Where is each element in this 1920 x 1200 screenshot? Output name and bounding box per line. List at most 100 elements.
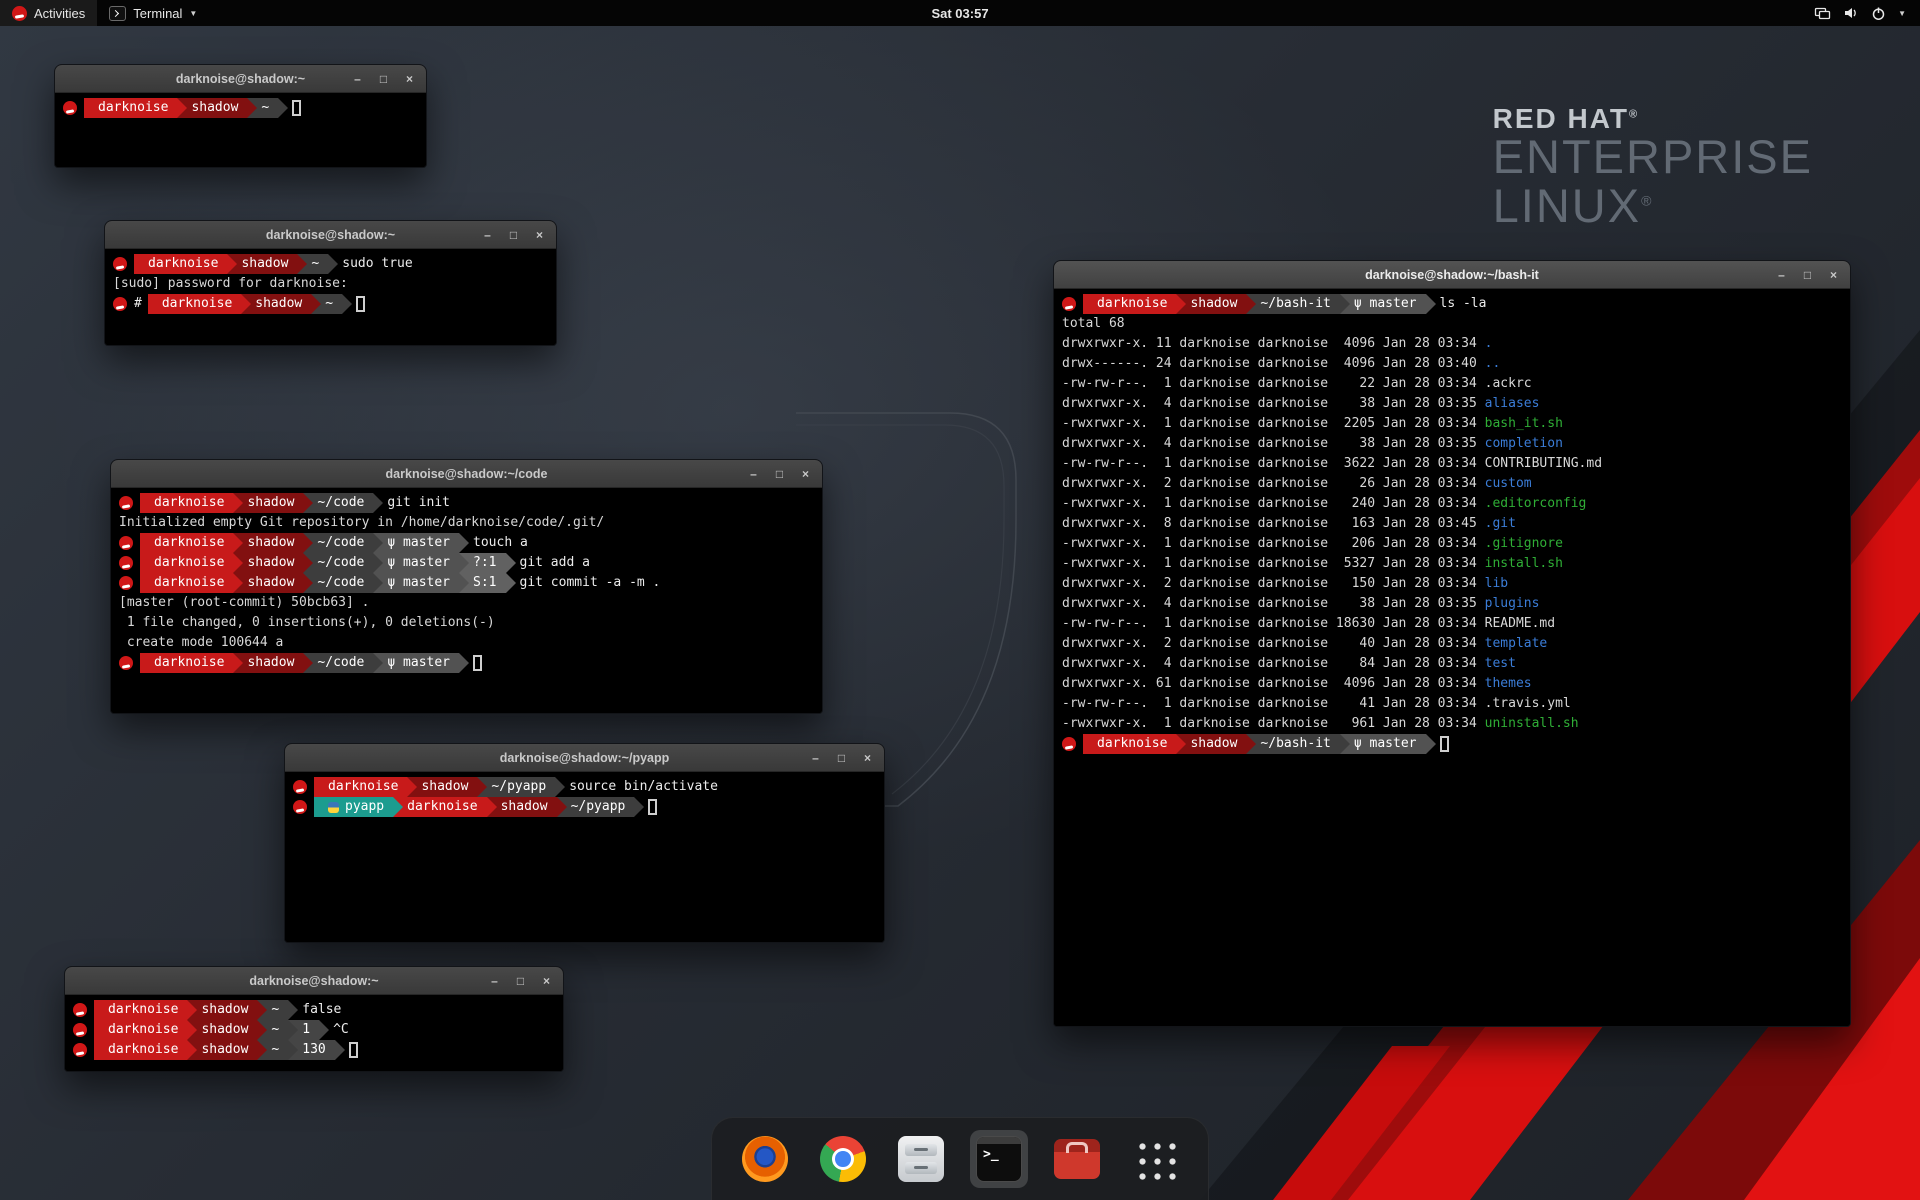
- activities-button[interactable]: Activities: [0, 0, 97, 26]
- minimize-button[interactable]: –: [488, 974, 501, 988]
- maximize-button[interactable]: □: [507, 228, 520, 242]
- file-meta: drwxrwxr-x. 2 darknoise darknoise 150 Ja…: [1062, 574, 1485, 594]
- git-branch-segment: ψ master: [373, 653, 459, 673]
- dock-terminal[interactable]: [970, 1130, 1028, 1188]
- maximize-button[interactable]: □: [773, 467, 786, 481]
- minimize-button[interactable]: –: [747, 467, 760, 481]
- top-bar: Activities Terminal ▼ Sat 03:57 ▼: [0, 0, 1920, 26]
- close-button[interactable]: ×: [799, 467, 812, 481]
- terminal-body[interactable]: darknoiseshadow~/pyappsource bin/activat…: [285, 772, 884, 942]
- redhat-prompt-icon: [73, 1043, 87, 1057]
- path-segment: ~/pyapp: [557, 797, 635, 817]
- window-titlebar[interactable]: darknoise@shadow:~–□×: [55, 65, 426, 93]
- window-titlebar[interactable]: darknoise@shadow:~/code–□ ×: [111, 460, 822, 488]
- window-titlebar[interactable]: darknoise@shadow:~–□×: [65, 967, 563, 995]
- user-segment: darknoise: [314, 777, 407, 797]
- terminal-cursor: [292, 100, 301, 116]
- file-list-row: drwxrwxr-x. 2 darknoise darknoise 40 Jan…: [1062, 634, 1842, 654]
- terminal-body[interactable]: darknoiseshadow~sudo true[sudo] password…: [105, 249, 556, 345]
- maximize-button[interactable]: □: [377, 72, 390, 86]
- git-branch-segment: ψ master: [373, 533, 459, 553]
- file-list-row: drwxrwxr-x. 61 darknoise darknoise 4096 …: [1062, 674, 1842, 694]
- firefox-icon: [742, 1136, 788, 1182]
- terminal-output-line: [master (root-commit) 50bcb63] .: [119, 593, 814, 613]
- file-list-row: -rw-rw-r--. 1 darknoise darknoise 18630 …: [1062, 614, 1842, 634]
- terminal-window: darknoise@shadow:~/bash-it–□×darknoisesh…: [1053, 260, 1851, 1027]
- dock-chrome[interactable]: [814, 1130, 872, 1188]
- file-meta: -rw-rw-r--. 1 darknoise darknoise 22 Jan…: [1062, 374, 1485, 394]
- file-list-row: drwxrwxr-x. 11 darknoise darknoise 4096 …: [1062, 334, 1842, 354]
- terminal-prompt-line: darknoiseshadow~/codeψ master?:1git add …: [119, 553, 814, 573]
- user-segment: darknoise: [94, 1000, 187, 1020]
- minimize-button[interactable]: –: [1775, 268, 1788, 282]
- power-icon: [1871, 6, 1886, 21]
- output-text: total 68: [1062, 314, 1125, 334]
- terminal-body[interactable]: darknoiseshadow~falsedarknoiseshadow~1^C…: [65, 995, 563, 1071]
- file-list-row: -rwxrwxr-x. 1 darknoise darknoise 240 Ja…: [1062, 494, 1842, 514]
- host-segment: shadow: [187, 1020, 257, 1040]
- close-button[interactable]: ×: [861, 751, 874, 765]
- maximize-button[interactable]: □: [835, 751, 848, 765]
- host-segment: shadow: [407, 777, 477, 797]
- venv-segment: pyapp: [314, 797, 393, 817]
- file-meta: drwxrwxr-x. 11 darknoise darknoise 4096 …: [1062, 334, 1485, 354]
- git-branch-segment: ψ master: [1340, 294, 1426, 314]
- git-branch-segment: ψ master: [373, 573, 459, 593]
- dock-files[interactable]: [892, 1130, 950, 1188]
- file-name: lib: [1485, 574, 1508, 594]
- redhat-prompt-icon: [1062, 737, 1076, 751]
- window-title: darknoise@shadow:~/code: [111, 467, 822, 481]
- dock-toolbox[interactable]: [1048, 1130, 1106, 1188]
- terminal-prompt-line: darknoiseshadow~/bash-itψ master: [1062, 734, 1842, 754]
- toolbox-icon: [1054, 1139, 1100, 1179]
- terminal-output-line: 1 file changed, 0 insertions(+), 0 delet…: [119, 613, 814, 633]
- terminal-cursor: [1440, 736, 1449, 752]
- app-menu-terminal[interactable]: Terminal ▼: [97, 0, 209, 26]
- redhat-prompt-icon: [119, 536, 133, 550]
- terminal-body[interactable]: darknoiseshadow~/bash-itψ masterls -lato…: [1054, 289, 1850, 1026]
- file-meta: drwxrwxr-x. 2 darknoise darknoise 26 Jan…: [1062, 474, 1485, 494]
- redhat-prompt-icon: [73, 1003, 87, 1017]
- host-segment: shadow: [187, 1040, 257, 1060]
- dock-show-apps[interactable]: [1126, 1130, 1184, 1188]
- file-meta: -rwxrwxr-x. 1 darknoise darknoise 5327 J…: [1062, 554, 1485, 574]
- maximize-button[interactable]: □: [514, 974, 527, 988]
- close-button[interactable]: ×: [403, 72, 416, 86]
- window-titlebar[interactable]: darknoise@shadow:~–□×: [105, 221, 556, 249]
- window-titlebar[interactable]: darknoise@shadow:~/pyapp–□×: [285, 744, 884, 772]
- user-segment: darknoise: [140, 573, 233, 593]
- terminal-cursor: [648, 799, 657, 815]
- host-segment: shadow: [233, 553, 303, 573]
- terminal-body[interactable]: darknoiseshadow~: [55, 93, 426, 167]
- minimize-button[interactable]: –: [351, 72, 364, 86]
- window-titlebar[interactable]: darknoise@shadow:~/bash-it–□×: [1054, 261, 1850, 289]
- root-prefix: #: [134, 294, 142, 314]
- close-button[interactable]: ×: [533, 228, 546, 242]
- file-name: .editorconfig: [1485, 494, 1587, 514]
- minimize-button[interactable]: –: [809, 751, 822, 765]
- file-meta: -rw-rw-r--. 1 darknoise darknoise 41 Jan…: [1062, 694, 1485, 714]
- close-button[interactable]: ×: [540, 974, 553, 988]
- terminal-prompt-line: darknoiseshadow~/bash-itψ masterls -la: [1062, 294, 1842, 314]
- terminal-window: darknoise@shadow:~/pyapp–□×darknoiseshad…: [284, 743, 885, 943]
- close-button[interactable]: ×: [1827, 268, 1840, 282]
- host-segment: shadow: [487, 797, 557, 817]
- terminal-prompt-line: darknoiseshadow~1^C: [73, 1020, 555, 1040]
- user-segment: darknoise: [1083, 294, 1176, 314]
- app-grid-icon: [1133, 1137, 1177, 1181]
- minimize-button[interactable]: –: [481, 228, 494, 242]
- command-text: git init: [387, 493, 450, 513]
- file-name: install.sh: [1485, 554, 1563, 574]
- clock-button[interactable]: Sat 03:57: [919, 0, 1000, 26]
- system-status-area[interactable]: ▼: [1804, 0, 1916, 26]
- maximize-button[interactable]: □: [1801, 268, 1814, 282]
- git-branch-segment: ψ master: [1340, 734, 1426, 754]
- dock-firefox[interactable]: [736, 1130, 794, 1188]
- path-segment: ~/bash-it: [1246, 294, 1339, 314]
- output-text: create mode 100644 a: [119, 633, 283, 653]
- terminal-body[interactable]: darknoiseshadow~/codegit initInitialized…: [111, 488, 822, 713]
- file-name: test: [1485, 654, 1516, 674]
- command-text: ^C: [333, 1020, 349, 1040]
- path-segment: ~/code: [303, 653, 373, 673]
- window-controls: –□ ×: [809, 751, 884, 765]
